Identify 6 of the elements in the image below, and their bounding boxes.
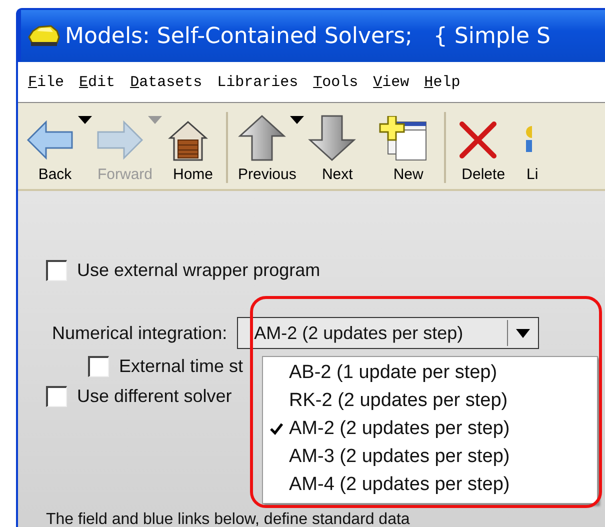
option-label: Use external wrapper program [77,260,320,280]
option-label: Use different solver [77,386,232,406]
option-label: External time st [119,356,244,376]
description-text: The field and blue links below, define standard data [46,511,411,527]
window-title: Models: Self-Contained Solvers; { Simple S [65,24,550,48]
field-label: Numerical integration: [52,322,228,344]
